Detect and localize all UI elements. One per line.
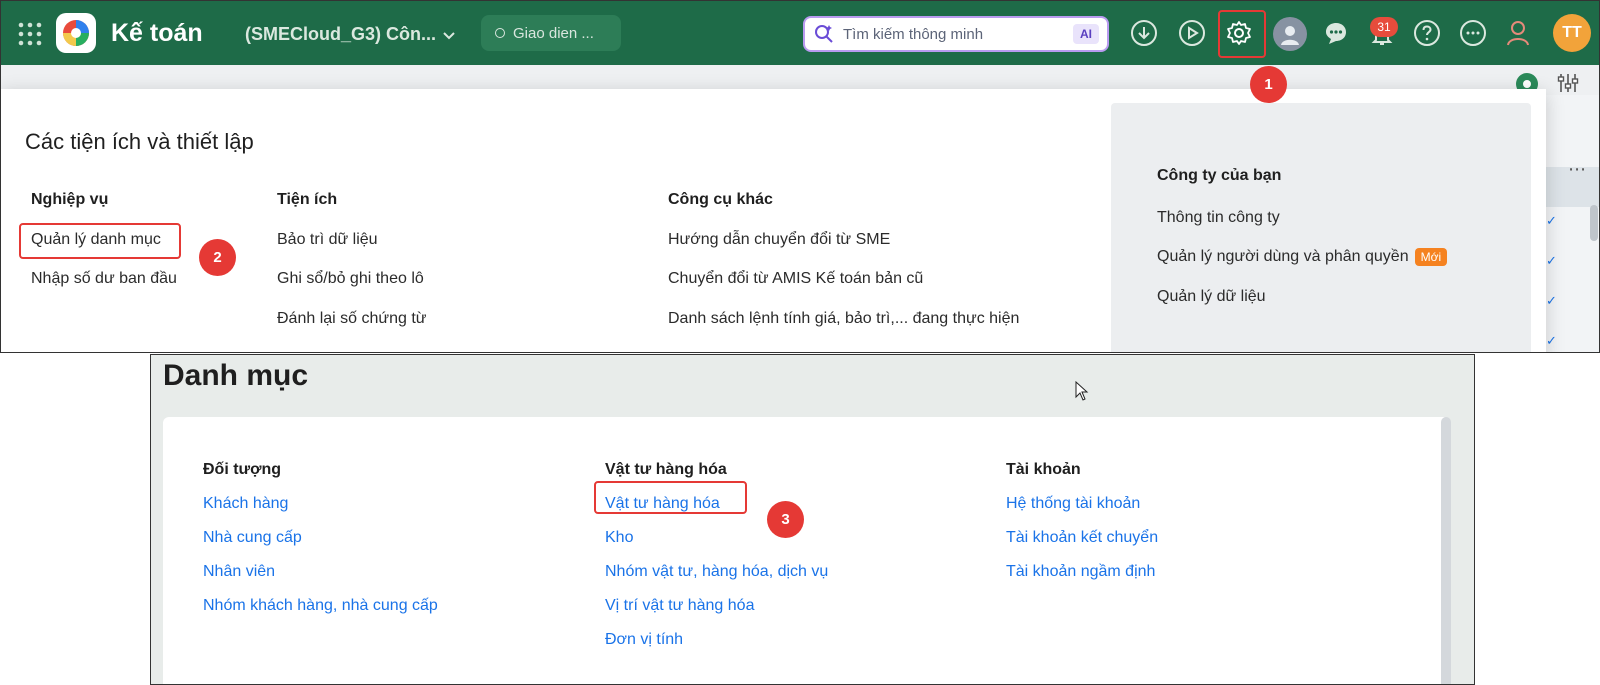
settings-screenshot: Kế toán (SMECloud_G3) Côn... Giao dien .… — [0, 0, 1600, 353]
menu-item-bao-tri-du-lieu[interactable]: Bảo trì dữ liệu — [277, 231, 378, 249]
more-icon[interactable]: ⋯ — [1568, 159, 1586, 180]
app-title: Kế toán — [111, 18, 203, 47]
ui-mode-label: Giao dien ... — [513, 24, 594, 42]
link-he-thong-tai-khoan[interactable]: Hệ thống tài khoản — [1006, 495, 1140, 513]
highlight-vat-tu-hang-hoa — [594, 481, 747, 514]
column-header-nghiep-vu: Nghiệp vụ — [31, 191, 109, 208]
menu-item-huong-dan-chuyen-doi[interactable]: Hướng dẫn chuyển đổi từ SME — [668, 231, 890, 249]
menu-item-label: Quản lý người dùng và phân quyền — [1157, 248, 1409, 265]
column-header-vat-tu-hang-hoa: Vật tư hàng hóa — [605, 461, 727, 478]
menu-item-quan-ly-du-lieu[interactable]: Quản lý dữ liệu — [1157, 288, 1266, 306]
link-khach-hang[interactable]: Khách hàng — [203, 495, 288, 513]
play-icon[interactable] — [1177, 18, 1207, 48]
link-nhom-khach-hang[interactable]: Nhóm khách hàng, nhà cung cấp — [203, 597, 438, 615]
user-icon[interactable] — [1503, 17, 1533, 49]
link-tai-khoan-ket-chuyen[interactable]: Tài khoản kết chuyển — [1006, 529, 1158, 547]
ui-mode-switch[interactable]: Giao dien ... — [481, 15, 621, 51]
link-nhom-vat-tu[interactable]: Nhóm vật tư, hàng hóa, dịch vụ — [605, 563, 828, 581]
download-icon[interactable] — [1129, 18, 1159, 48]
step-marker-2: 2 — [199, 239, 236, 276]
link-vi-tri-vat-tu[interactable]: Vị trí vật tư hàng hóa — [605, 597, 754, 615]
app-grid-icon[interactable] — [15, 19, 45, 49]
search-input[interactable]: Tìm kiếm thông minh — [843, 26, 1073, 43]
column-header-tien-ich: Tiện ích — [277, 191, 338, 208]
column-header-cong-cu-khac: Công cụ khác — [668, 191, 773, 208]
check-icon: ✓ — [1546, 293, 1557, 308]
background-table-edge: ⋯ ✓ ✓ ✓ ✓ — [1546, 95, 1599, 352]
menu-item-ghi-so-theo-lo[interactable]: Ghi sổ/bỏ ghi theo lô — [277, 270, 424, 288]
highlight-settings-gear — [1218, 10, 1266, 58]
menu-item-label: Quản lý dữ liệu — [1157, 288, 1266, 305]
menu-item-danh-sach-lenh[interactable]: Danh sách lệnh tính giá, bảo trì,... đan… — [668, 310, 1019, 328]
step-marker-3: 3 — [767, 501, 804, 538]
menu-item-thong-tin-cong-ty[interactable]: Thông tin công ty — [1157, 209, 1280, 227]
link-nha-cung-cap[interactable]: Nhà cung cấp — [203, 529, 302, 547]
link-nhan-vien[interactable]: Nhân viên — [203, 563, 275, 581]
link-tai-khoan-ngam-dinh[interactable]: Tài khoản ngầm định — [1006, 563, 1155, 581]
page-title: Danh mục — [163, 359, 309, 392]
check-icon: ✓ — [1546, 253, 1557, 268]
category-card: Đối tượng Khách hàng Nhà cung cấp Nhân v… — [163, 417, 1449, 684]
new-badge: Mới — [1414, 248, 1448, 266]
menu-item-nhap-so-du[interactable]: Nhập số dư ban đầu — [31, 270, 177, 288]
filter-settings-icon[interactable] — [1556, 71, 1582, 97]
menu-item-label: Thông tin công ty — [1157, 209, 1280, 226]
mouse-cursor-icon — [1075, 381, 1089, 401]
chevron-down-icon[interactable] — [437, 23, 461, 47]
top-navigation-bar: Kế toán (SMECloud_G3) Côn... Giao dien .… — [1, 1, 1599, 65]
help-icon[interactable] — [1412, 18, 1442, 48]
link-kho[interactable]: Kho — [605, 529, 633, 547]
company-panel: Công ty của bạn Thông tin công ty Quản l… — [1111, 103, 1531, 352]
menu-item-chuyen-doi-amis[interactable]: Chuyển đổi từ AMIS Kế toán bản cũ — [668, 270, 923, 288]
scrollbar[interactable] — [1441, 417, 1451, 684]
scrollbar-thumb[interactable] — [1590, 205, 1598, 241]
company-panel-title: Công ty của bạn — [1157, 167, 1282, 184]
settings-dropdown: Các tiện ích và thiết lập Nghiệp vụ Quản… — [1, 89, 1546, 352]
profile-picture-icon[interactable] — [1273, 17, 1307, 51]
settings-title: Các tiện ích và thiết lập — [25, 129, 254, 154]
user-avatar[interactable]: TT — [1553, 14, 1591, 52]
column-header-doi-tuong: Đối tượng — [203, 461, 282, 478]
highlight-quan-ly-danh-muc — [19, 223, 181, 259]
danh-muc-screenshot: Danh mục Đối tượng Khách hàng Nhà cung c… — [150, 354, 1475, 685]
sparkle-search-icon — [815, 25, 833, 43]
column-header-tai-khoan: Tài khoản — [1006, 461, 1081, 478]
company-selector[interactable]: (SMECloud_G3) Côn... — [245, 19, 436, 49]
notification-count-badge: 31 — [1370, 17, 1398, 37]
ai-badge[interactable]: AI — [1073, 24, 1099, 44]
smart-search-box[interactable]: Tìm kiếm thông minh AI — [803, 16, 1109, 52]
check-icon: ✓ — [1546, 213, 1557, 228]
radio-dot-icon — [495, 28, 505, 38]
more-options-icon[interactable] — [1458, 18, 1488, 48]
app-logo-icon[interactable] — [56, 13, 96, 53]
step-marker-1: 1 — [1250, 66, 1287, 103]
menu-item-quan-ly-nguoi-dung[interactable]: Quản lý người dùng và phân quyền Mới — [1157, 248, 1448, 266]
link-don-vi-tinh[interactable]: Đơn vị tính — [605, 631, 683, 649]
chat-icon[interactable] — [1321, 18, 1351, 48]
check-icon: ✓ — [1546, 333, 1557, 348]
menu-item-danh-lai-so-chung-tu[interactable]: Đánh lại số chứng từ — [277, 310, 427, 328]
